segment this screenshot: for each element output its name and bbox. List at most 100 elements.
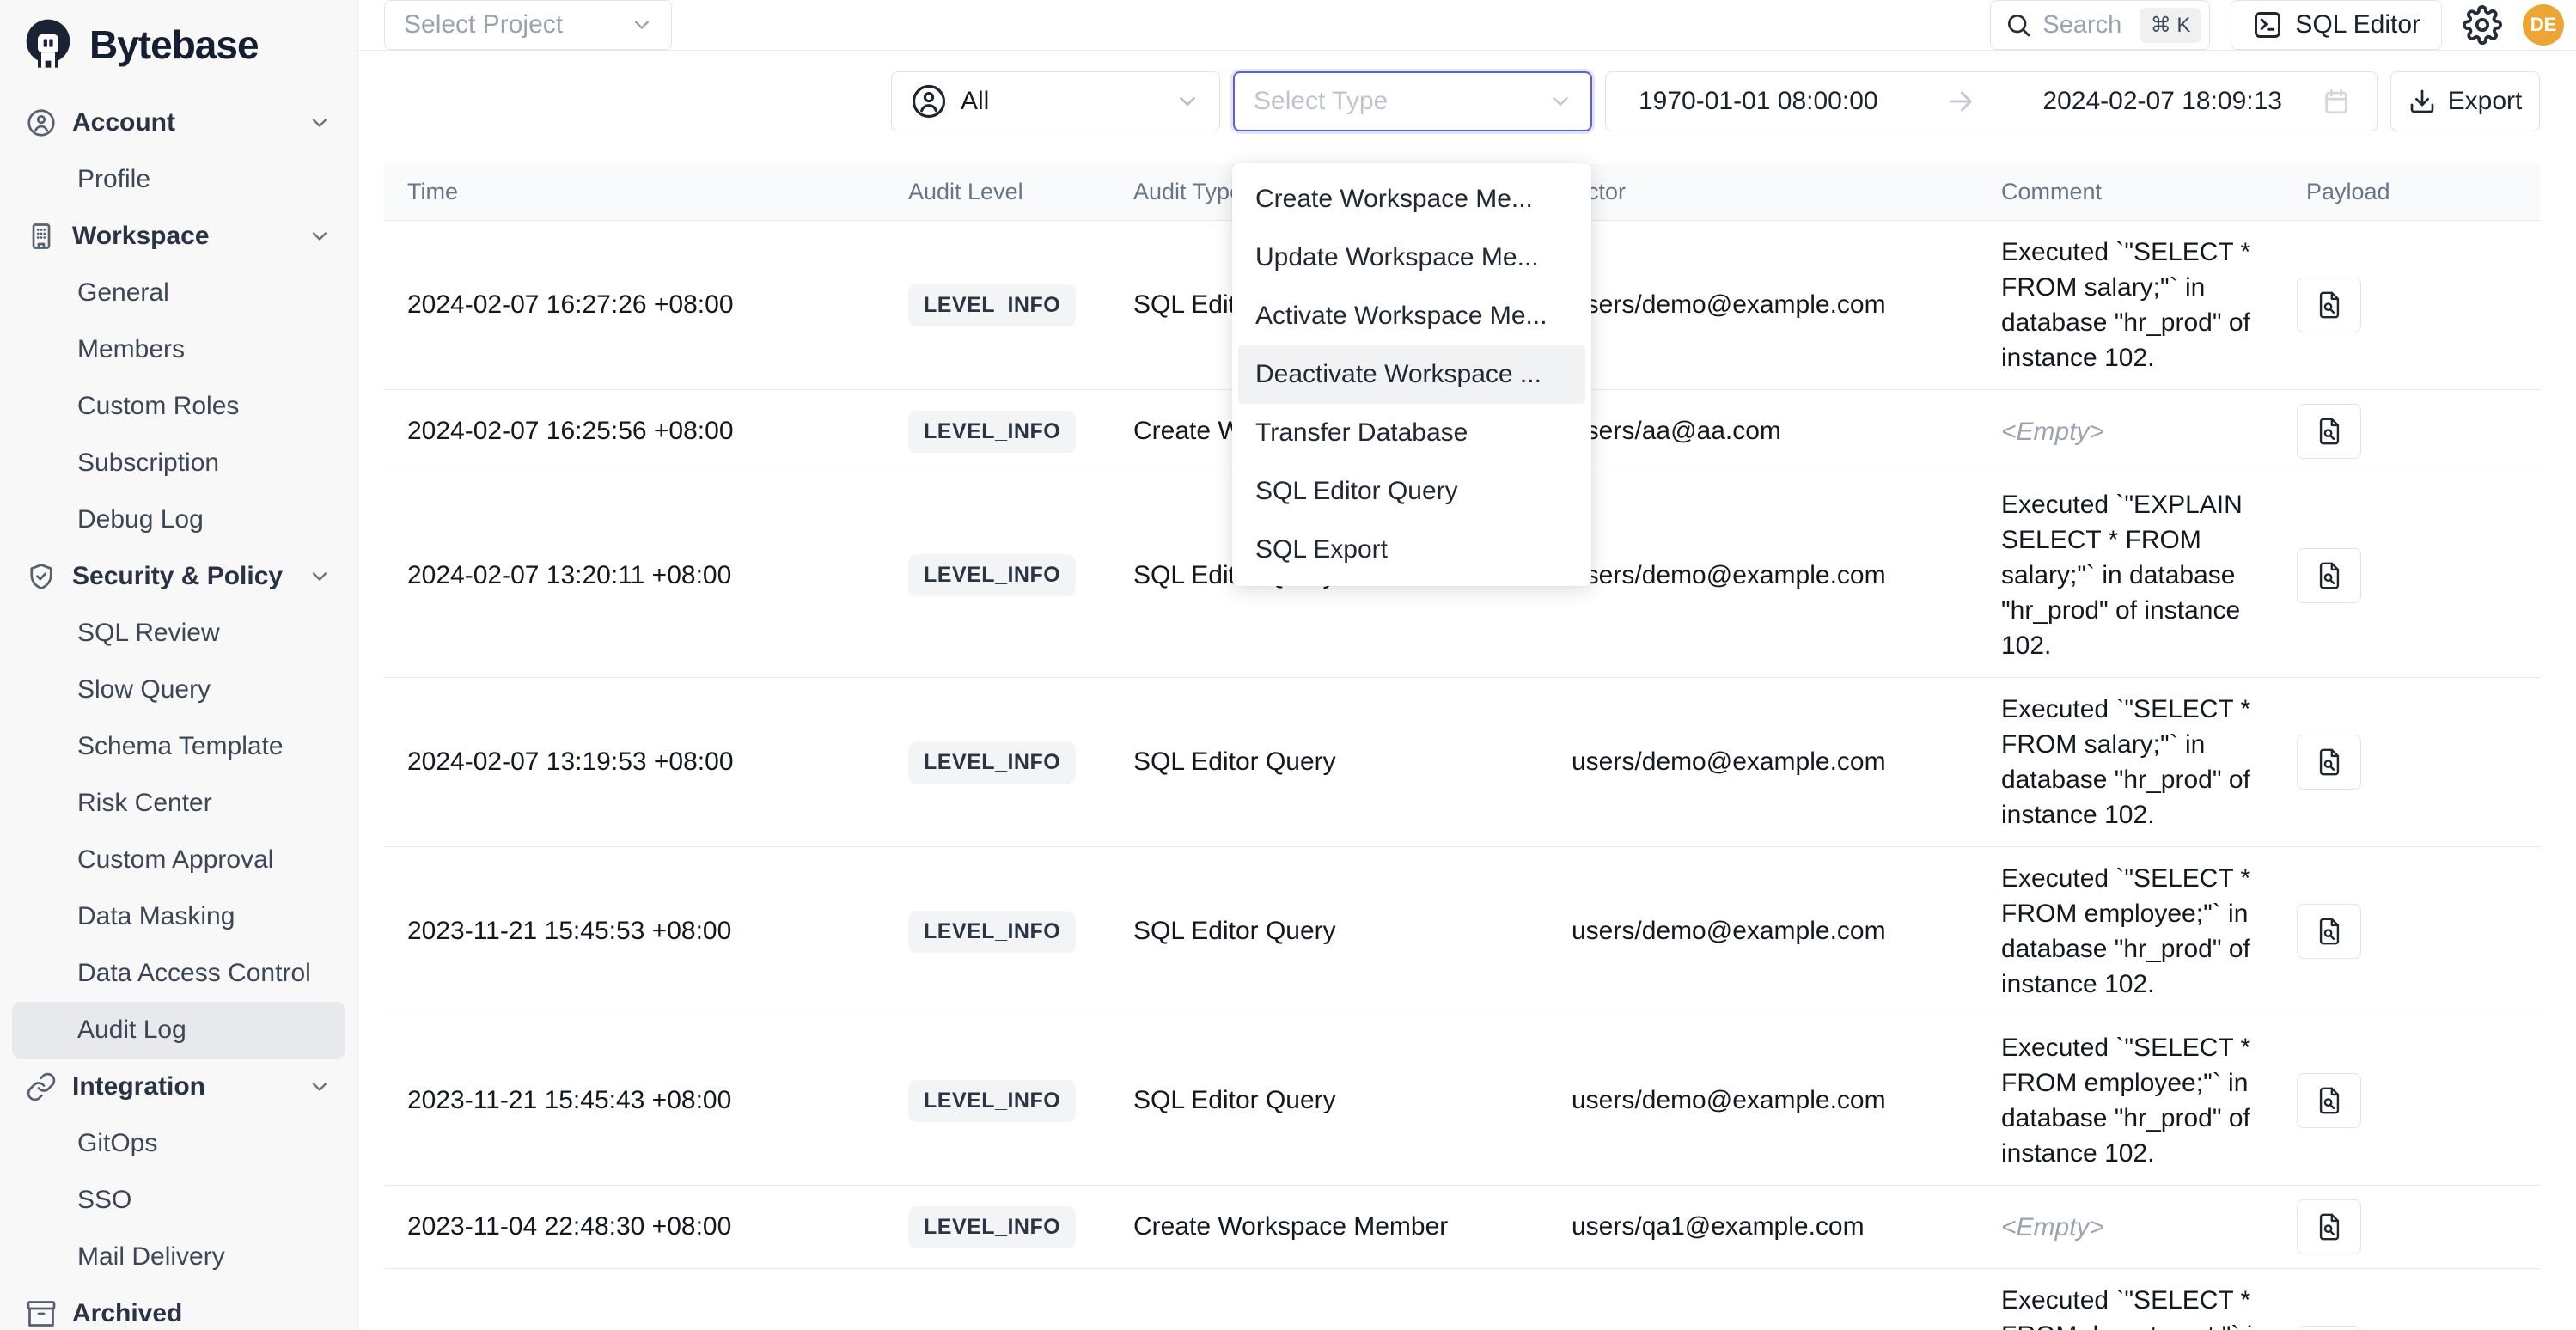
date-to-value: 2024-02-07 18:09:13 bbox=[2042, 87, 2282, 116]
type-menu-option-sql-editor-query[interactable]: SQL Editor Query bbox=[1238, 462, 1585, 521]
search-icon bbox=[2005, 11, 2032, 39]
gear-icon[interactable] bbox=[2463, 5, 2502, 45]
file-search-icon bbox=[2315, 561, 2344, 590]
sidebar-item-profile[interactable]: Profile bbox=[0, 151, 357, 208]
sidebar-section-workspace[interactable]: Workspace bbox=[0, 208, 357, 265]
search-placeholder: Search bbox=[2042, 11, 2129, 40]
actor-filter-select[interactable]: All bbox=[891, 71, 1220, 131]
sidebar-section-security-policy[interactable]: Security & Policy bbox=[0, 548, 357, 605]
audit-log-row: 2024-02-07 13:19:53 +08:00LEVEL_INFOSQL … bbox=[384, 678, 2540, 847]
file-search-icon bbox=[2315, 917, 2344, 946]
type-filter-select[interactable]: Select Type bbox=[1233, 71, 1592, 131]
view-payload-button[interactable] bbox=[2297, 404, 2361, 459]
terminal-icon bbox=[2252, 9, 2283, 40]
chevron-down-icon bbox=[1547, 88, 1573, 114]
sidebar-section-integration[interactable]: Integration bbox=[0, 1059, 357, 1115]
filter-bar: All Select Type 1970-01-01 08:00:00 2024… bbox=[384, 71, 2540, 131]
project-select[interactable]: Select Project bbox=[384, 0, 672, 50]
sidebar-item-custom-approval[interactable]: Custom Approval bbox=[0, 832, 357, 888]
sidebar-item-gitops[interactable]: GitOps bbox=[0, 1115, 357, 1172]
audit-level-cell: LEVEL_INFO bbox=[885, 1206, 1110, 1248]
audit-level-badge: LEVEL_INFO bbox=[908, 284, 1076, 326]
export-button[interactable]: Export bbox=[2390, 71, 2540, 131]
date-range-picker[interactable]: 1970-01-01 08:00:00 2024-02-07 18:09:13 bbox=[1605, 71, 2378, 131]
sidebar-section-archived[interactable]: Archived bbox=[0, 1285, 357, 1330]
link-icon bbox=[26, 1071, 57, 1102]
time-cell: 2024-02-07 16:27:26 +08:00 bbox=[384, 290, 885, 320]
sidebar-item-audit-log[interactable]: Audit Log bbox=[12, 1002, 345, 1059]
sidebar-item-risk-center[interactable]: Risk Center bbox=[0, 775, 357, 832]
sidebar-item-custom-roles[interactable]: Custom Roles bbox=[0, 378, 357, 435]
type-menu-option-update-workspace-me[interactable]: Update Workspace Me... bbox=[1238, 229, 1585, 287]
audit-level-cell: LEVEL_INFO bbox=[885, 554, 1110, 596]
sidebar-item-sql-review[interactable]: SQL Review bbox=[0, 605, 357, 662]
sidebar-item-schema-template[interactable]: Schema Template bbox=[0, 718, 357, 775]
sidebar-item-debug-log[interactable]: Debug Log bbox=[0, 491, 357, 548]
sidebar-item-label: GitOps bbox=[77, 1129, 157, 1158]
time-cell: 2024-02-07 16:25:56 +08:00 bbox=[384, 417, 885, 446]
shield-icon bbox=[26, 561, 57, 592]
file-search-icon bbox=[2315, 290, 2344, 320]
main-area: Select Project Search ⌘ K SQL Editor DE bbox=[358, 0, 2576, 1330]
sidebar-item-general[interactable]: General bbox=[0, 265, 357, 321]
chevron-down-icon bbox=[308, 564, 332, 589]
type-menu-option-create-workspace-me[interactable]: Create Workspace Me... bbox=[1238, 170, 1585, 229]
avatar-initials: DE bbox=[2530, 14, 2557, 36]
file-search-icon bbox=[2315, 1212, 2344, 1242]
view-payload-button[interactable] bbox=[2297, 1073, 2361, 1128]
file-search-icon bbox=[2315, 1086, 2344, 1115]
view-payload-button[interactable] bbox=[2297, 548, 2361, 603]
sidebar-section-label: Integration bbox=[72, 1072, 205, 1101]
audit-type-cell: SQL Editor Query bbox=[1110, 1086, 1548, 1115]
sidebar-item-label: Custom Roles bbox=[77, 392, 239, 421]
view-payload-button[interactable] bbox=[2297, 735, 2361, 790]
sidebar-section-label: Archived bbox=[72, 1299, 182, 1328]
comment-cell: Executed `"SELECT * FROM employee;"` in … bbox=[1978, 1030, 2283, 1171]
brand-logo[interactable]: Bytebase bbox=[0, 0, 357, 84]
sidebar-item-label: SQL Review bbox=[77, 619, 220, 648]
avatar[interactable]: DE bbox=[2523, 4, 2564, 46]
building-icon bbox=[26, 221, 57, 252]
sidebar-item-subscription[interactable]: Subscription bbox=[0, 435, 357, 491]
type-menu-option-transfer-database[interactable]: Transfer Database bbox=[1238, 404, 1585, 462]
date-from-value: 1970-01-01 08:00:00 bbox=[1639, 87, 1878, 116]
sidebar-item-label: Custom Approval bbox=[77, 845, 273, 875]
sidebar-item-data-masking[interactable]: Data Masking bbox=[0, 888, 357, 945]
person-circle-icon bbox=[911, 83, 947, 119]
type-menu-option-sql-export[interactable]: SQL Export bbox=[1238, 521, 1585, 579]
type-menu-option-deactivate-workspace[interactable]: Deactivate Workspace ... bbox=[1238, 345, 1585, 404]
comment-cell: <Empty> bbox=[1978, 1210, 2283, 1245]
audit-type-cell: Create Workspace Member bbox=[1110, 1212, 1548, 1242]
sidebar-item-label: Risk Center bbox=[77, 789, 212, 818]
comment-cell: Executed `"SELECT * FROM employee;"` in … bbox=[1978, 861, 2283, 1002]
comment-cell: Executed `"SELECT * FROM salary;"` in da… bbox=[1978, 235, 2283, 375]
payload-cell bbox=[2283, 735, 2540, 790]
sql-editor-label: SQL Editor bbox=[2295, 10, 2420, 40]
audit-level-cell: LEVEL_INFO bbox=[885, 411, 1110, 453]
chevron-down-icon bbox=[308, 1075, 332, 1099]
sidebar-item-label: Members bbox=[77, 335, 185, 364]
sidebar-item-data-access-control[interactable]: Data Access Control bbox=[0, 945, 357, 1002]
sidebar-section-account[interactable]: Account bbox=[0, 95, 357, 151]
column-header-payload: Payload bbox=[2283, 179, 2540, 205]
sidebar-item-slow-query[interactable]: Slow Query bbox=[0, 662, 357, 718]
sidebar-item-sso[interactable]: SSO bbox=[0, 1172, 357, 1229]
download-icon bbox=[2408, 88, 2436, 115]
actor-cell: users/aa@aa.com bbox=[1548, 417, 1978, 446]
payload-cell bbox=[2283, 904, 2540, 959]
view-payload-button[interactable] bbox=[2297, 278, 2361, 332]
sidebar-item-label: General bbox=[77, 278, 169, 308]
search-input[interactable]: Search ⌘ K bbox=[1990, 0, 2210, 50]
chevron-down-icon bbox=[308, 224, 332, 248]
empty-comment-placeholder: <Empty> bbox=[2001, 418, 2104, 446]
view-payload-button[interactable] bbox=[2297, 1199, 2361, 1254]
view-payload-button[interactable] bbox=[2297, 904, 2361, 959]
sql-editor-button[interactable]: SQL Editor bbox=[2231, 0, 2442, 50]
sidebar-item-mail-delivery[interactable]: Mail Delivery bbox=[0, 1229, 357, 1285]
time-cell: 2024-02-07 13:20:11 +08:00 bbox=[384, 561, 885, 590]
type-menu-option-activate-workspace-me[interactable]: Activate Workspace Me... bbox=[1238, 287, 1585, 345]
sidebar-section-label: Security & Policy bbox=[72, 562, 283, 591]
view-payload-button[interactable] bbox=[2297, 1326, 2361, 1330]
sidebar-item-members[interactable]: Members bbox=[0, 321, 357, 378]
time-cell: 2023-11-21 15:45:53 +08:00 bbox=[384, 917, 885, 946]
